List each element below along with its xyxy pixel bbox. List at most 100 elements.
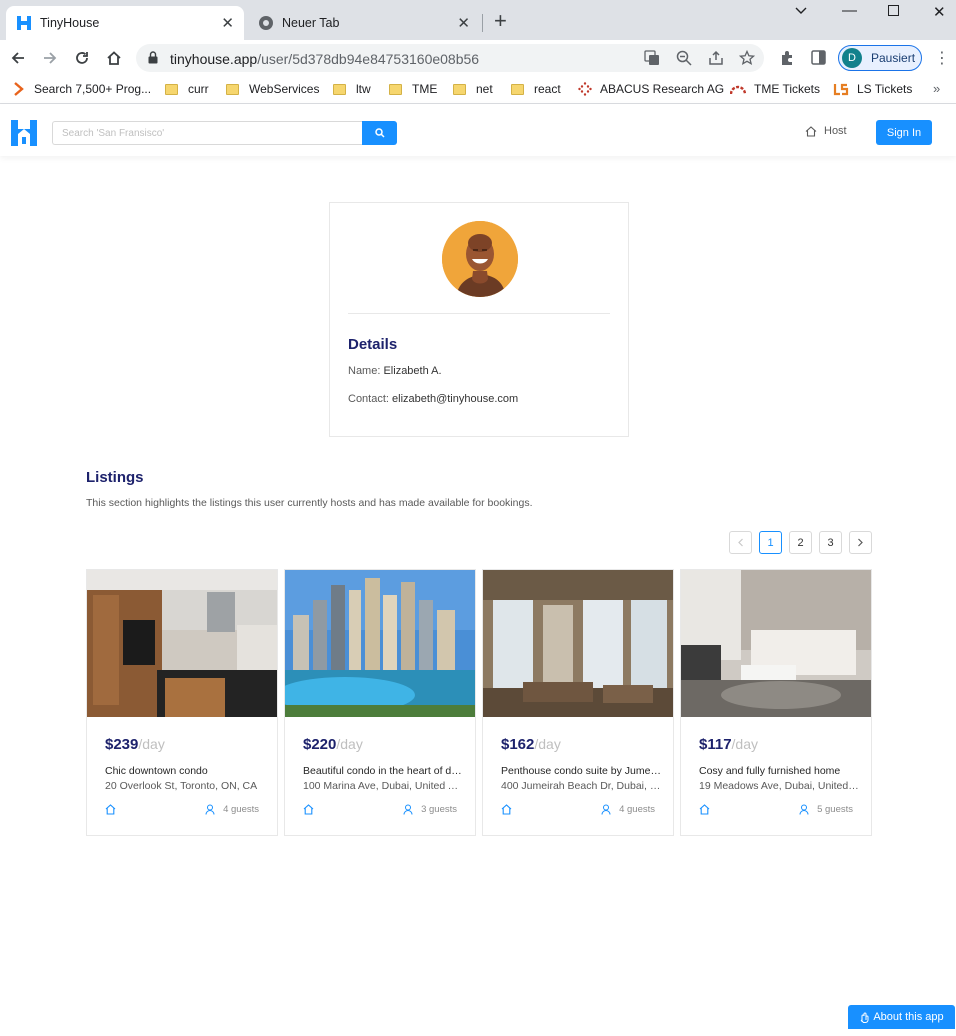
bookmark-item[interactable]: Search 7,500+ Prog... <box>12 82 151 96</box>
pagination-next-button[interactable] <box>849 531 872 554</box>
details-heading: Details <box>348 336 398 353</box>
pagination-page-1[interactable]: 1 <box>759 531 782 554</box>
chrome-menu-icon[interactable]: ⋮ <box>934 48 950 68</box>
user-profile-card: Details Name: Elizabeth A. Contact: eliz… <box>329 202 629 437</box>
search-button[interactable] <box>362 121 397 145</box>
pagination-page-2[interactable]: 2 <box>789 531 812 554</box>
sign-in-button[interactable]: Sign In <box>876 120 932 145</box>
tab-tinyhouse[interactable]: TinyHouse ✕ <box>6 6 244 40</box>
listing-price: $162/day <box>501 736 561 753</box>
minimize-icon[interactable]: — <box>842 2 857 19</box>
profile-button[interactable]: D Pausiert <box>838 45 922 71</box>
about-app-button[interactable]: About this app <box>848 1005 955 1029</box>
forward-arrow-icon <box>44 52 57 64</box>
bookmark-label: TME Tickets <box>754 82 821 96</box>
chevron-left-icon <box>738 538 743 547</box>
bookmark-label: react <box>534 82 561 96</box>
guests-count: 3 guests <box>421 804 457 815</box>
bookmarks-bar: Search 7,500+ Prog... curr WebServices l… <box>0 76 956 104</box>
profile-avatar: D <box>842 48 862 68</box>
bookmark-label: LS Tickets <box>857 82 913 96</box>
maximize-icon[interactable] <box>888 5 899 16</box>
bookmark-folder[interactable]: TME <box>389 82 437 96</box>
tab-separator <box>482 14 483 32</box>
home-icon <box>303 804 314 815</box>
user-photo <box>442 221 518 297</box>
profile-status: Pausiert <box>871 51 916 65</box>
listing-guests: 4 guests <box>601 804 655 815</box>
share-icon[interactable] <box>708 50 724 66</box>
translate-icon[interactable] <box>644 50 660 66</box>
bookmark-item[interactable]: TME Tickets <box>730 82 820 96</box>
bookmark-item[interactable]: LS Tickets <box>833 82 912 96</box>
tab-title: TinyHouse <box>40 16 100 30</box>
price-unit: /day <box>731 736 759 752</box>
new-tab-button[interactable]: + <box>494 10 507 32</box>
home-button[interactable] <box>102 46 126 70</box>
tme-icon <box>730 85 746 95</box>
home-icon <box>699 804 710 815</box>
listing-card[interactable]: $117/day Cosy and fully furnished home 1… <box>680 569 872 836</box>
bookmark-folder[interactable]: ltw <box>333 82 371 96</box>
extensions-puzzle-icon[interactable] <box>779 50 795 66</box>
address-bar[interactable]: tinyhouse.app/user/5d378db94e84753160e08… <box>136 44 764 72</box>
card-divider <box>348 313 610 314</box>
lock-icon <box>148 51 158 64</box>
tinyhouse-logo-icon[interactable] <box>10 118 38 148</box>
bookmark-label: net <box>476 82 493 96</box>
tinyhouse-favicon-icon <box>17 16 31 30</box>
ls-icon <box>833 83 849 96</box>
pagination-page-3[interactable]: 3 <box>819 531 842 554</box>
tab-close-icon[interactable]: ✕ <box>457 14 470 32</box>
window-close-icon[interactable]: ✕ <box>933 3 946 21</box>
back-button[interactable] <box>6 46 30 70</box>
price-value: $117 <box>699 736 732 753</box>
tab-search-chevron-icon[interactable] <box>795 7 807 15</box>
reload-icon <box>76 52 88 64</box>
name-label: Name: <box>348 365 381 377</box>
tab-close-icon[interactable]: ✕ <box>221 14 234 32</box>
bookmark-label: ABACUS Research AG <box>600 82 725 96</box>
bookmark-folder[interactable]: WebServices <box>226 82 319 96</box>
price-value: $220 <box>303 736 337 753</box>
search-input[interactable] <box>52 121 362 145</box>
bookmark-item[interactable]: ABACUS Research AG <box>578 82 724 96</box>
price-value: $239 <box>105 736 139 753</box>
listing-card[interactable]: $220/day Beautiful condo in the heart of… <box>284 569 476 836</box>
bookmark-star-icon[interactable] <box>739 50 755 66</box>
bookmark-folder[interactable]: curr <box>165 82 209 96</box>
bookmarks-overflow-icon[interactable]: » <box>933 81 940 96</box>
listing-card[interactable]: $162/day Penthouse condo suite by Jumeir… <box>482 569 674 836</box>
bookmark-label: WebServices <box>249 82 320 96</box>
listing-address: 100 Marina Ave, Dubai, United Arab Emira… <box>303 780 463 792</box>
listing-address: 20 Overlook St, Toronto, ON, CA <box>105 780 258 792</box>
listing-card[interactable]: $239/day Chic downtown condo 20 Overlook… <box>86 569 278 836</box>
pagination-prev-button[interactable] <box>729 531 752 554</box>
listing-title: Cosy and fully furnished home <box>699 765 841 777</box>
tab-new-tab[interactable]: Neuer Tab ✕ <box>248 6 480 40</box>
bookmark-folder[interactable]: net <box>453 82 493 96</box>
zoom-out-icon[interactable] <box>676 50 692 66</box>
listing-image-living-room <box>681 570 871 717</box>
user-icon <box>403 804 413 815</box>
listings-description: This section highlights the listings thi… <box>86 497 533 509</box>
user-icon <box>601 804 611 815</box>
contact-label: Contact: <box>348 393 389 405</box>
listing-guests: 3 guests <box>403 804 457 815</box>
folder-icon <box>226 83 239 95</box>
bookmark-folder[interactable]: react <box>511 82 561 96</box>
forward-button[interactable] <box>38 46 62 70</box>
home-icon <box>501 804 512 815</box>
host-link[interactable]: Host <box>805 125 847 137</box>
back-arrow-icon <box>11 52 24 64</box>
price-unit: /day <box>138 736 165 752</box>
bookmark-label: curr <box>188 82 209 96</box>
folder-icon <box>165 83 178 95</box>
app-header: Host Sign In <box>0 104 956 156</box>
hand-icon <box>860 1012 869 1023</box>
listing-image-kitchen <box>87 570 277 717</box>
listing-price: $220/day <box>303 736 363 753</box>
reload-button[interactable] <box>70 46 94 70</box>
side-panel-icon[interactable] <box>811 50 826 65</box>
about-label: About this app <box>873 1011 944 1023</box>
